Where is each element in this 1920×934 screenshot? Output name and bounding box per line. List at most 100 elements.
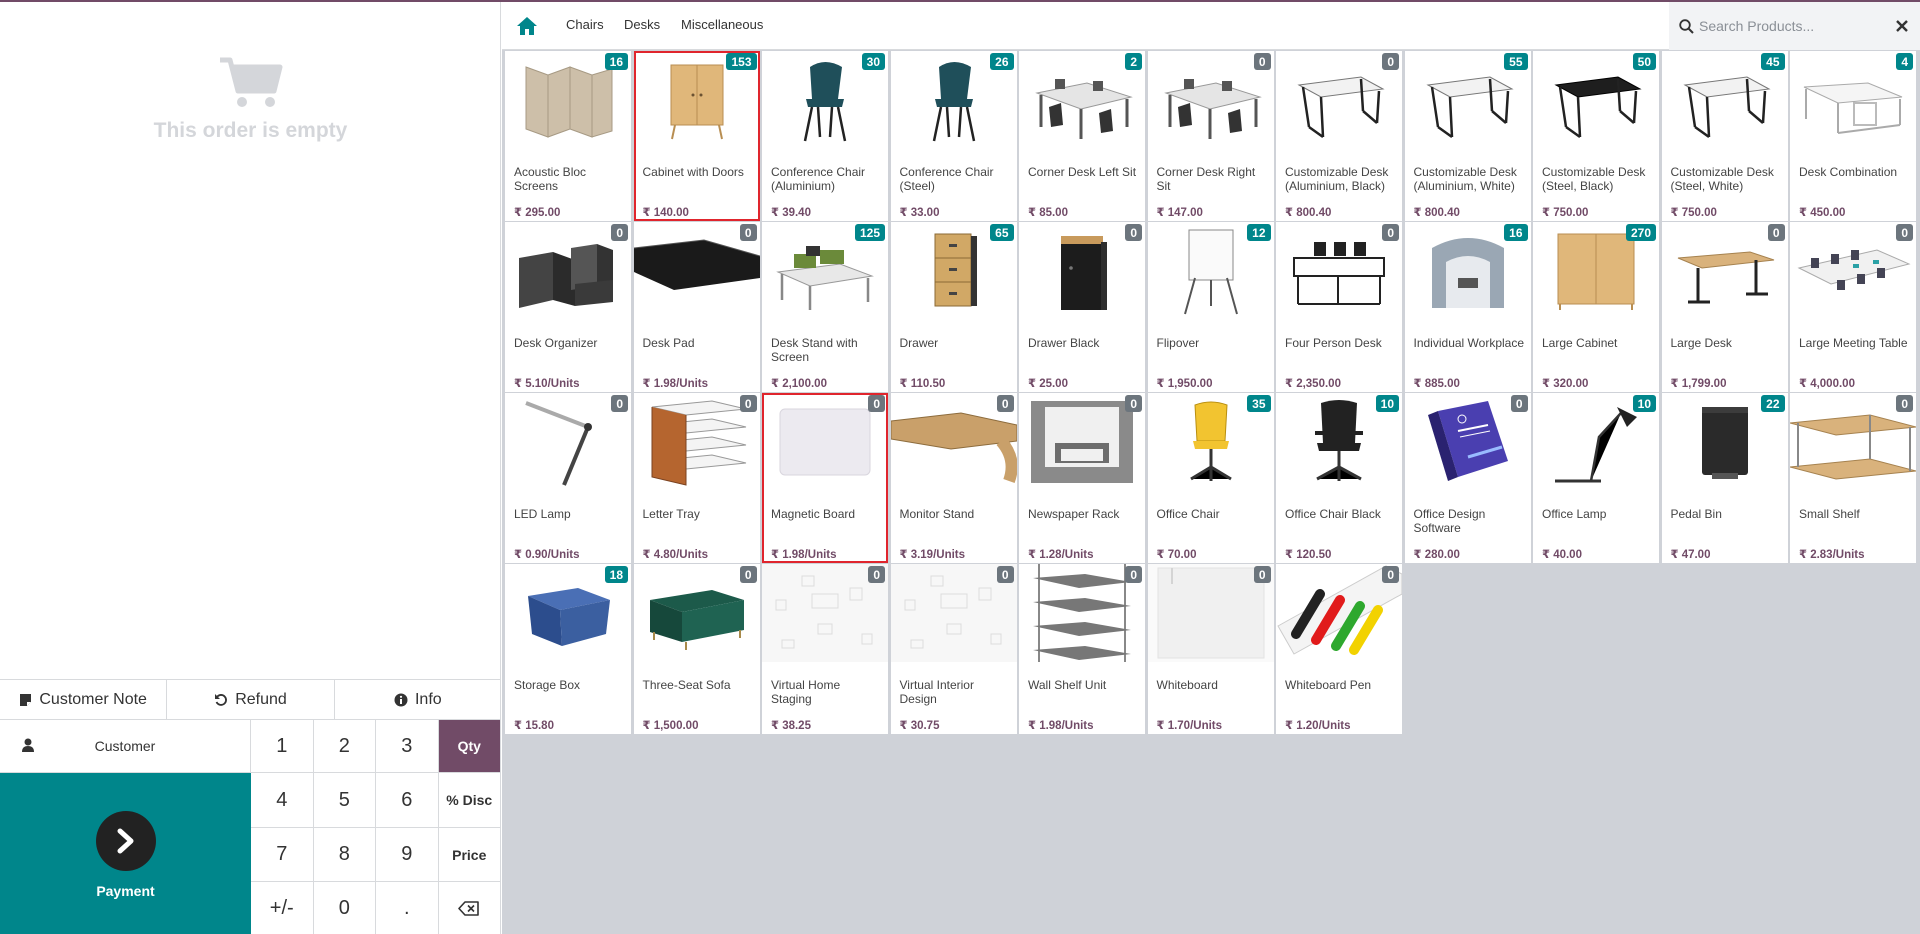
product-card-customizable-desk-aluminium-white[interactable]: 55 Customizable Desk (Aluminium, White) ₹ …: [1404, 51, 1531, 221]
product-price: ₹ 0.90/Units: [514, 549, 580, 561]
product-price: ₹ 295.00: [514, 207, 561, 219]
product-card-virtual-interior-design[interactable]: 0 Virtual Interior Design ₹ 30.75: [890, 564, 1017, 734]
stock-badge: 22: [1761, 395, 1785, 412]
stock-badge: 0: [1767, 224, 1785, 241]
category-miscellaneous[interactable]: Miscellaneous: [681, 17, 763, 32]
numpad-key-8[interactable]: 8: [313, 828, 376, 882]
product-price: ₹ 1,950.00: [1156, 378, 1213, 390]
stock-badge: 0: [868, 566, 885, 583]
numpad-key-2[interactable]: 2: [313, 720, 376, 773]
product-price: ₹ 1.20/Units: [1285, 720, 1351, 732]
numpad-key-disc[interactable]: % Disc: [438, 773, 501, 828]
stock-badge: 26: [990, 53, 1014, 70]
product-card-acoustic-bloc-screens[interactable]: 16 Acoustic Bloc Screens ₹ 295.00: [505, 51, 631, 221]
product-card-small-shelf[interactable]: 0 Small Shelf ₹ 2.83/Units: [1790, 393, 1916, 563]
product-price: ₹ 38.25: [771, 720, 811, 732]
product-card-customizable-desk-aluminium-black[interactable]: 0 Customizable Desk (Aluminium, Black) ₹ 8…: [1276, 51, 1402, 221]
product-card-desk-combination[interactable]: 4 Desk Combination ₹ 450.00: [1790, 51, 1916, 221]
product-price: ₹ 800.40: [1413, 207, 1460, 219]
product-name: Large Meeting Table: [1799, 336, 1908, 350]
product-card-large-cabinet[interactable]: 270 Large Cabinet ₹ 320.00: [1533, 222, 1659, 392]
product-price: ₹ 33.00: [899, 207, 940, 219]
stock-badge: 0: [996, 395, 1014, 412]
product-card-monitor-stand[interactable]: 0 Monitor Stand ₹ 3.19/Units: [890, 393, 1017, 563]
product-card-drawer-black[interactable]: 0 Drawer Black ₹ 25.00: [1019, 222, 1145, 392]
numpad-key-price[interactable]: Price: [438, 828, 501, 882]
product-card-conference-chair-steel[interactable]: 26 Conference Chair (Steel) ₹ 33.00: [890, 51, 1017, 221]
numpad-key-backspace[interactable]: [438, 882, 501, 934]
customer-button[interactable]: Customer: [0, 720, 251, 773]
product-card-desk-organizer[interactable]: 0 Desk Organizer ₹ 5.10/Units: [505, 222, 631, 392]
stock-badge: 270: [1625, 224, 1656, 241]
stock-badge: 0: [611, 224, 628, 241]
product-price: ₹ 47.00: [1670, 549, 1711, 561]
product-card-office-design-software[interactable]: 0 Office Design Software ₹ 280.00: [1404, 393, 1531, 563]
numpad-key-decimal[interactable]: .: [376, 882, 439, 934]
product-card-large-desk[interactable]: 0 Large Desk ₹ 1,799.00: [1661, 222, 1788, 392]
category-desks[interactable]: Desks: [624, 17, 660, 32]
numpad-key-qty[interactable]: Qty: [438, 720, 501, 773]
product-name: Corner Desk Right Sit: [1156, 165, 1256, 193]
stock-badge: 50: [1632, 53, 1656, 70]
product-card-customizable-desk-steel-white[interactable]: 45 Customizable Desk (Steel, White) ₹ 750.…: [1661, 51, 1788, 221]
numpad-key-4[interactable]: 4: [251, 773, 314, 828]
numpad-key-7[interactable]: 7: [251, 828, 314, 882]
stock-badge: 35: [1247, 395, 1271, 412]
refund-button[interactable]: Refund: [167, 680, 335, 719]
product-card-magnetic-board[interactable]: 0 Magnetic Board ₹ 1.98/Units: [762, 393, 888, 563]
numpad-key-3[interactable]: 3: [376, 720, 439, 773]
info-button[interactable]: Info: [335, 680, 501, 719]
product-card-large-meeting-table[interactable]: 0 Large Meeting Table ₹ 4,000.00: [1790, 222, 1916, 392]
search-input[interactable]: [1699, 16, 1879, 36]
close-icon[interactable]: [1896, 19, 1908, 37]
product-card-letter-tray[interactable]: 0 Letter Tray ₹ 4.80/Units: [633, 393, 760, 563]
product-card-led-lamp[interactable]: 0 LED Lamp ₹ 0.90/Units: [505, 393, 631, 563]
stock-badge: 30: [861, 53, 885, 70]
product-card-wall-shelf-unit[interactable]: 0 Wall Shelf Unit ₹ 1.98/Units: [1019, 564, 1145, 734]
product-card-desk-stand-with-screen[interactable]: 125 Desk Stand with Screen ₹ 2,100.00: [762, 222, 888, 392]
chevron-right-icon: [95, 810, 156, 871]
product-card-corner-desk-right-sit[interactable]: 0 Corner Desk Right Sit ₹ 147.00: [1147, 51, 1274, 221]
product-card-office-chair-black[interactable]: 10 Office Chair Black ₹ 120.50: [1276, 393, 1402, 563]
product-card-conference-chair-aluminium[interactable]: 30 Conference Chair (Aluminium) ₹ 39.40: [762, 51, 888, 221]
product-name: Customizable Desk (Steel, Black): [1542, 165, 1646, 193]
product-card-virtual-home-staging[interactable]: 0 Virtual Home Staging ₹ 38.25: [762, 564, 888, 734]
product-card-cabinet-with-doors[interactable]: 153 Cabinet with Doors ₹ 140.00: [633, 51, 760, 221]
product-card-customizable-desk-steel-black[interactable]: 50 Customizable Desk (Steel, Black) ₹ 750.…: [1533, 51, 1659, 221]
product-card-storage-box[interactable]: 18 Storage Box ₹ 15.80: [505, 564, 631, 734]
payment-button[interactable]: Payment: [0, 773, 251, 934]
product-card-flipover[interactable]: 12 Flipover ₹ 1,950.00: [1147, 222, 1274, 392]
product-name: Desk Combination: [1799, 165, 1898, 179]
stock-badge: 153: [726, 53, 757, 70]
product-card-newspaper-rack[interactable]: 0 Newspaper Rack ₹ 1.28/Units: [1019, 393, 1145, 563]
product-card-four-person-desk[interactable]: 0 Four Person Desk ₹ 2,350.00: [1276, 222, 1402, 392]
product-price: ₹ 885.00: [1413, 378, 1460, 390]
category-chairs[interactable]: Chairs: [566, 17, 604, 32]
numpad-key-1[interactable]: 1: [251, 720, 314, 773]
stock-badge: 12: [1247, 224, 1271, 241]
product-name: Drawer Black: [1028, 336, 1100, 350]
product-name: Letter Tray: [642, 507, 700, 521]
product-card-office-lamp[interactable]: 10 Office Lamp ₹ 40.00: [1533, 393, 1659, 563]
product-card-three-seat-sofa[interactable]: 0 Three-Seat Sofa ₹ 1,500.00: [633, 564, 760, 734]
product-price: ₹ 39.40: [771, 207, 811, 219]
product-card-whiteboard[interactable]: 0 Whiteboard ₹ 1.70/Units: [1147, 564, 1274, 734]
numpad-key-6[interactable]: 6: [376, 773, 439, 828]
product-card-whiteboard-pen[interactable]: 0 Whiteboard Pen ₹ 1.20/Units: [1276, 564, 1402, 734]
product-card-corner-desk-left-sit[interactable]: 2 Corner Desk Left Sit ₹ 85.00: [1019, 51, 1145, 221]
product-card-pedal-bin[interactable]: 22 Pedal Bin ₹ 47.00: [1661, 393, 1788, 563]
product-name: Flipover: [1156, 336, 1200, 350]
product-card-office-chair[interactable]: 35 Office Chair ₹ 70.00: [1147, 393, 1274, 563]
numpad-key-9[interactable]: 9: [376, 828, 439, 882]
numpad-key-5[interactable]: 5: [313, 773, 376, 828]
product-name: Office Lamp: [1542, 507, 1607, 521]
product-name: Desk Organizer: [514, 336, 598, 350]
product-card-drawer[interactable]: 65 Drawer ₹ 110.50: [890, 222, 1017, 392]
customer-note-button[interactable]: Customer Note: [0, 680, 168, 719]
home-icon[interactable]: [516, 16, 538, 41]
numpad-key-plus-minus[interactable]: +/-: [251, 882, 314, 934]
numpad-key-0[interactable]: 0: [313, 882, 376, 934]
product-card-individual-workplace[interactable]: 16 Individual Workplace ₹ 885.00: [1404, 222, 1531, 392]
product-name: Desk Stand with Screen: [771, 336, 858, 364]
product-card-desk-pad[interactable]: 0 Desk Pad ₹ 1.98/Units: [633, 222, 760, 392]
